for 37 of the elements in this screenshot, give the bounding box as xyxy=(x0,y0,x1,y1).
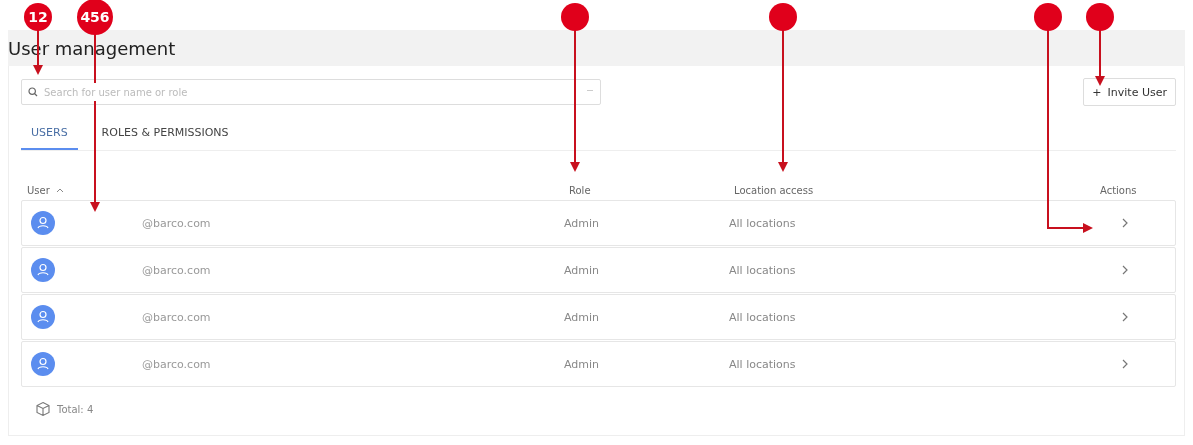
chevron-right-icon[interactable] xyxy=(1121,218,1129,228)
chevron-right-icon[interactable] xyxy=(1121,359,1129,369)
role-cell-text: Admin xyxy=(564,263,601,277)
column-header[interactable]: User xyxy=(27,184,50,196)
search-icon xyxy=(28,87,38,97)
role-cell-text: Admin xyxy=(564,310,601,324)
avatar-icon xyxy=(31,258,55,282)
location-cell-text: All locations xyxy=(729,263,797,277)
column-header: Location access xyxy=(734,184,815,196)
user-email: @barco.com xyxy=(142,310,212,324)
location-cell-text: All locations xyxy=(729,310,797,324)
callout-marker xyxy=(561,3,589,31)
callout-marker xyxy=(769,3,797,31)
sort-ascending-icon[interactable] xyxy=(55,187,64,193)
location-cell-text: All locations xyxy=(729,357,797,371)
callout-arrow xyxy=(1095,29,1105,86)
callout-marker: 456 xyxy=(77,0,113,35)
total-count: Total: 4 xyxy=(57,403,94,415)
search-field[interactable]: Search for user name or role xyxy=(21,79,601,105)
avatar-icon xyxy=(31,305,55,329)
column-header: Actions xyxy=(1100,184,1137,196)
cube-icon xyxy=(35,401,51,417)
column-header: Role xyxy=(569,184,592,196)
avatar-icon xyxy=(31,211,55,235)
invite-user-button[interactable]: + Invite User xyxy=(1083,78,1176,106)
role-cell-text: Admin xyxy=(564,357,601,371)
location-cell-text: All locations xyxy=(729,216,797,230)
avatar-icon xyxy=(31,352,55,376)
callout-marker xyxy=(1034,3,1062,31)
user-email: @barco.com xyxy=(142,357,212,371)
chevron-right-icon[interactable] xyxy=(1121,312,1129,322)
callout-marker: 12 xyxy=(24,3,52,31)
role-cell-text: Admin xyxy=(564,216,601,230)
callout-marker xyxy=(1086,3,1114,31)
user-email: @barco.com xyxy=(142,216,212,230)
user-email: @barco.com xyxy=(142,263,212,277)
chevron-right-icon[interactable] xyxy=(1121,265,1129,275)
